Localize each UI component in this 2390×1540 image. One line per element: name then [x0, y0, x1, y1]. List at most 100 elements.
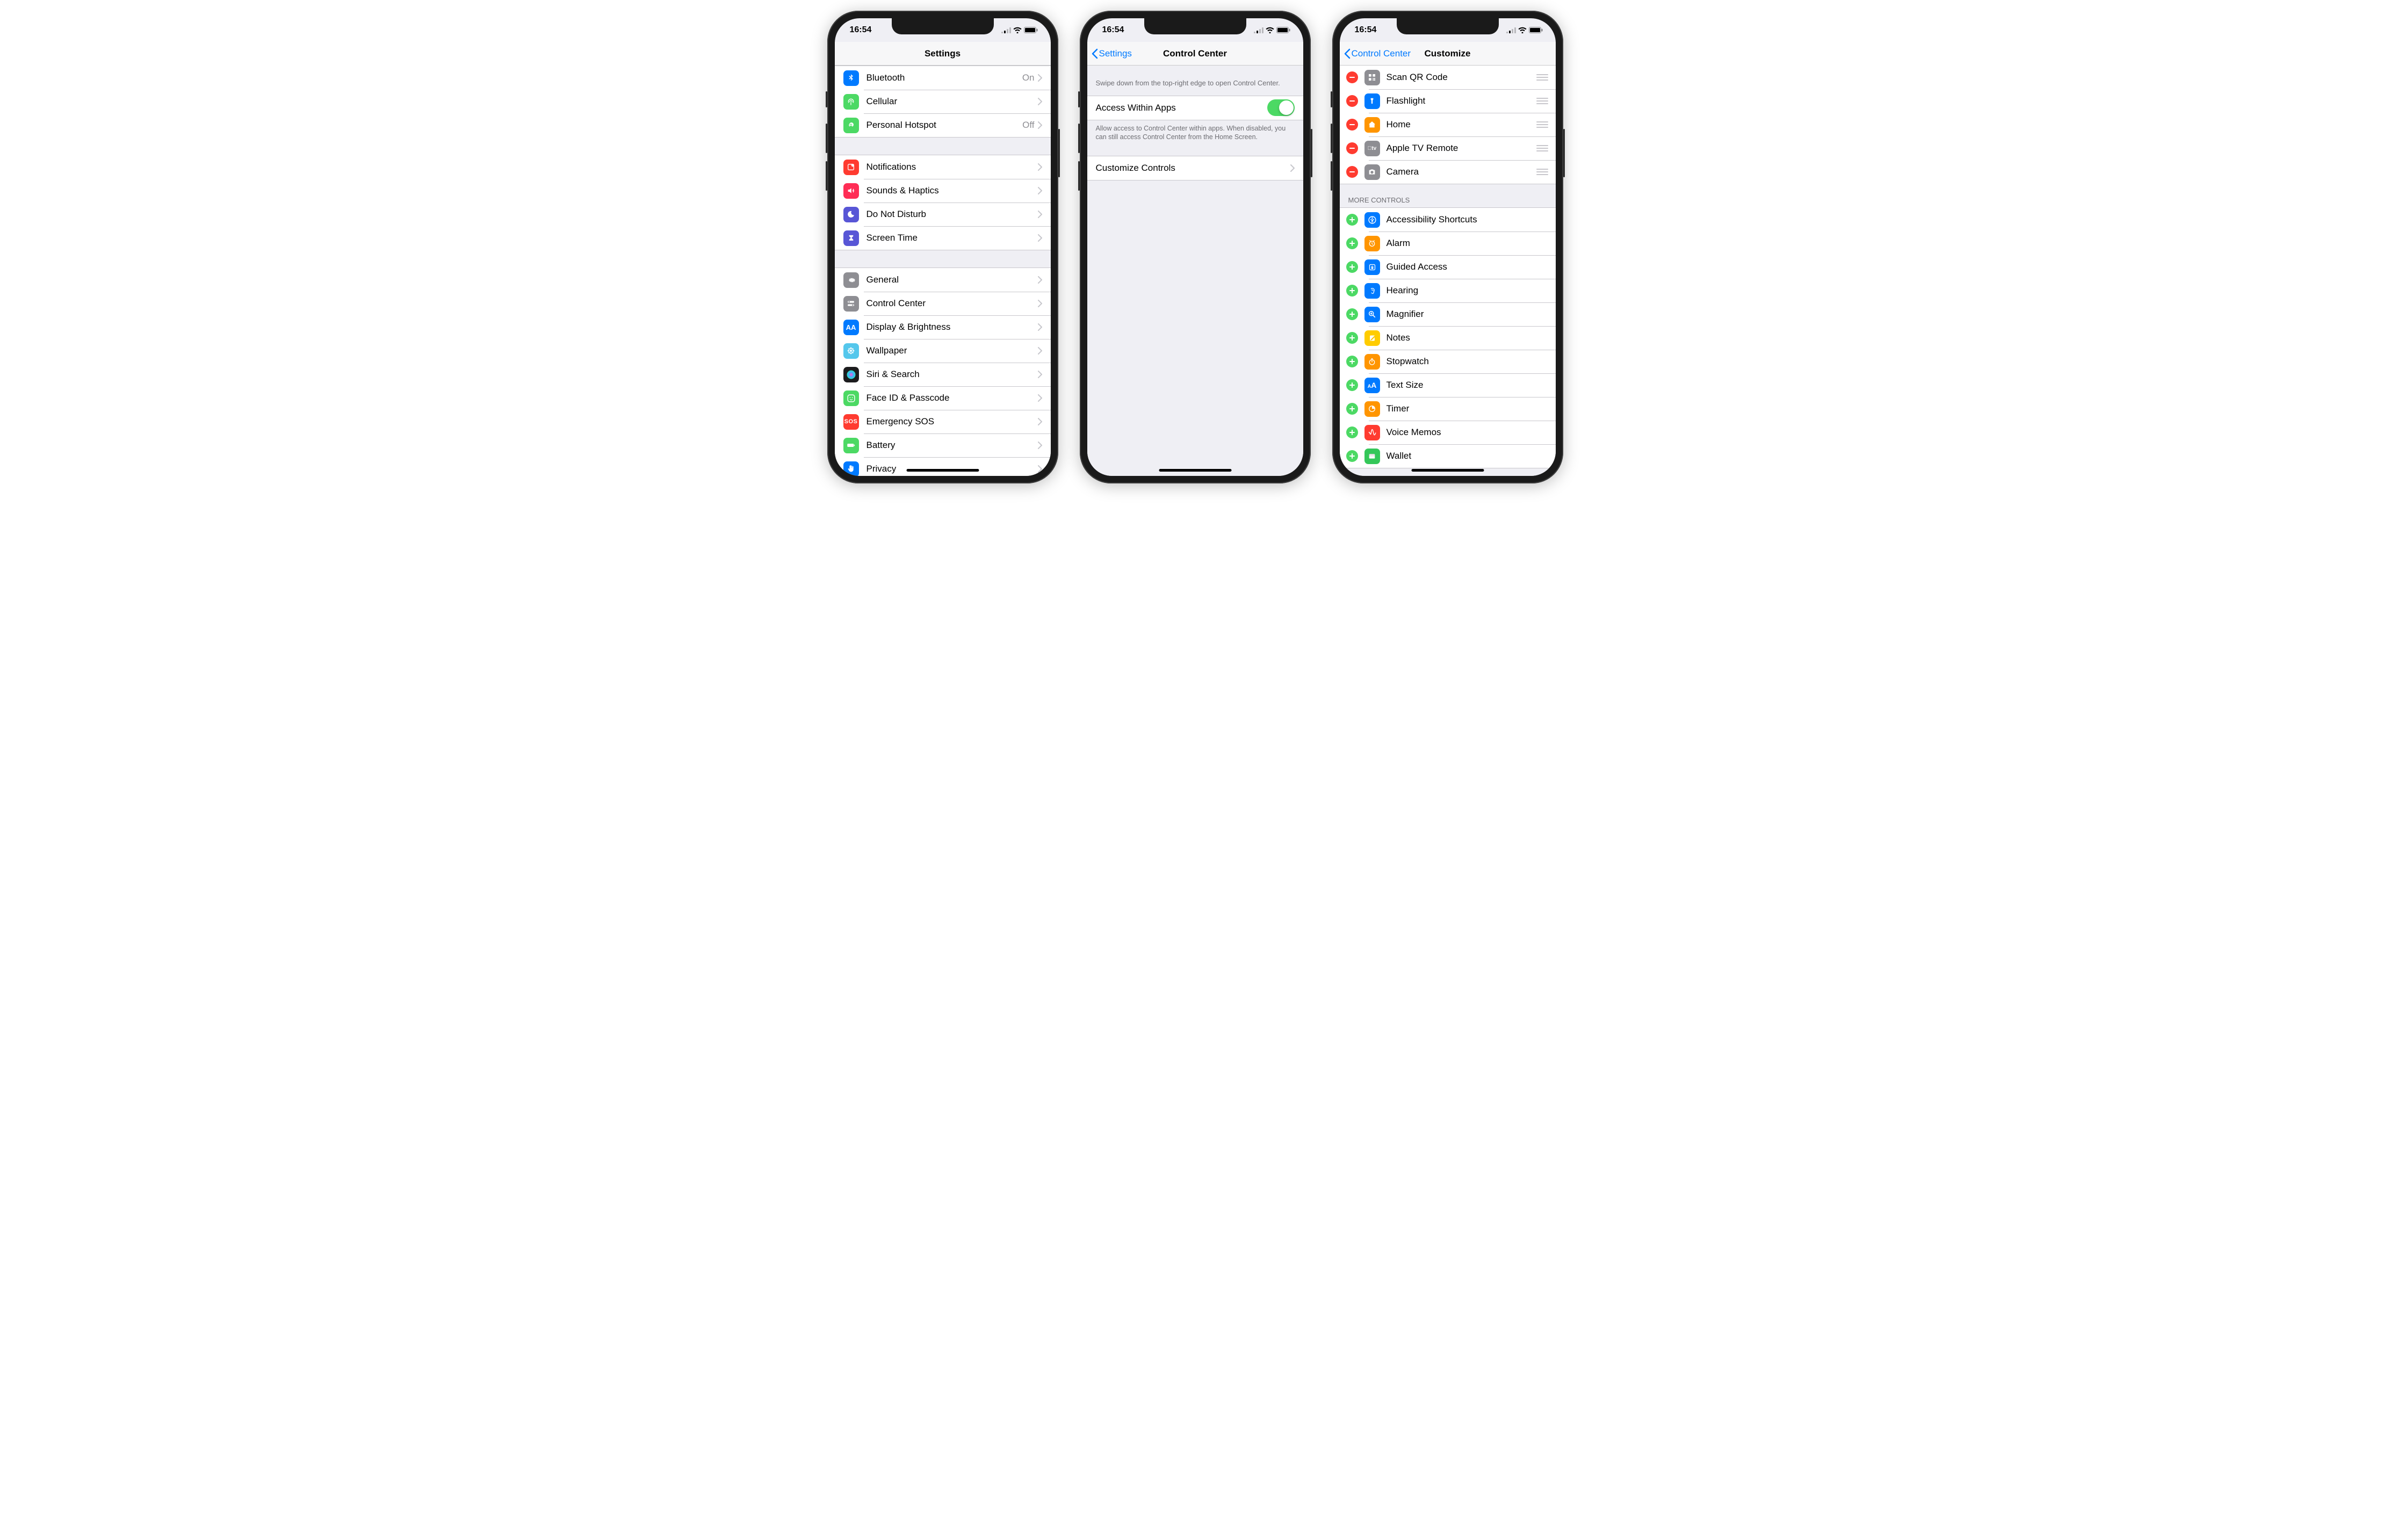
add-button[interactable] — [1346, 261, 1358, 273]
control-label: Accessibility Shortcuts — [1387, 214, 1477, 225]
add-button[interactable] — [1346, 450, 1358, 462]
settings-row-notifications[interactable]: Notifications — [835, 155, 1051, 179]
chevron-right-icon — [1038, 163, 1042, 171]
home-indicator[interactable] — [1159, 469, 1231, 472]
row-detail: Off — [1022, 120, 1034, 131]
more-control-text-size[interactable]: AAText Size — [1340, 373, 1556, 397]
add-button[interactable] — [1346, 379, 1358, 391]
home-indicator[interactable] — [1411, 469, 1484, 472]
battery-icon — [1529, 27, 1543, 33]
row-label: Do Not Disturb — [867, 209, 1038, 220]
settings-row-general[interactable]: General — [835, 268, 1051, 292]
chevron-right-icon — [1038, 98, 1042, 105]
control-label: Wallet — [1387, 451, 1412, 461]
settings-group-connectivity: BluetoothOnCellularPersonal HotspotOff — [835, 66, 1051, 138]
more-control-magnifier[interactable]: Magnifier — [1340, 302, 1556, 326]
more-control-alarm[interactable]: Alarm — [1340, 232, 1556, 255]
chevron-right-icon — [1038, 234, 1042, 242]
more-control-hearing[interactable]: Hearing — [1340, 279, 1556, 302]
status-time: 16:54 — [1102, 25, 1124, 35]
status-icons — [1254, 27, 1290, 33]
customize-label: Customize Controls — [1096, 163, 1290, 173]
settings-row-emergency-sos[interactable]: SOSEmergency SOS — [835, 410, 1051, 433]
settings-row-display-brightness[interactable]: AADisplay & Brightness — [835, 315, 1051, 339]
remove-button[interactable] — [1346, 95, 1358, 107]
cellular-signal-icon — [1001, 27, 1011, 33]
settings-row-sounds-haptics[interactable]: Sounds & Haptics — [835, 179, 1051, 203]
more-control-wallet[interactable]: Wallet — [1340, 444, 1556, 468]
control-label: Home — [1387, 119, 1411, 130]
included-control-flashlight[interactable]: Flashlight — [1340, 89, 1556, 113]
drag-handle-icon[interactable] — [1535, 145, 1549, 151]
remove-button[interactable] — [1346, 119, 1358, 131]
control-center-settings[interactable]: Swipe down from the top-right edge to op… — [1087, 66, 1303, 476]
remove-button[interactable] — [1346, 166, 1358, 178]
back-label: Control Center — [1352, 48, 1411, 59]
chevron-right-icon — [1038, 394, 1042, 402]
wifi-icon — [1266, 27, 1274, 33]
remove-button[interactable] — [1346, 71, 1358, 83]
access-within-apps-switch[interactable] — [1267, 99, 1295, 116]
add-button[interactable] — [1346, 403, 1358, 415]
more-control-notes[interactable]: Notes — [1340, 326, 1556, 350]
battery-icon — [1276, 27, 1290, 33]
row-label: Siri & Search — [867, 369, 1038, 380]
drag-handle-icon[interactable] — [1535, 74, 1549, 81]
back-button[interactable]: Control Center — [1344, 42, 1411, 65]
included-control-apple-tv-remote[interactable]: tvApple TV Remote — [1340, 136, 1556, 160]
chevron-right-icon — [1038, 323, 1042, 331]
chevron-right-icon — [1038, 465, 1042, 473]
control-label: Guided Access — [1387, 262, 1447, 272]
control-label: Flashlight — [1387, 96, 1426, 106]
back-button[interactable]: Settings — [1092, 42, 1132, 65]
chevron-right-icon — [1038, 74, 1042, 82]
settings-row-bluetooth[interactable]: BluetoothOn — [835, 66, 1051, 90]
row-label: Sounds & Haptics — [867, 185, 1038, 196]
settings-row-wallpaper[interactable]: Wallpaper — [835, 339, 1051, 363]
settings-row-face-id-passcode[interactable]: Face ID & Passcode — [835, 386, 1051, 410]
settings-row-personal-hotspot[interactable]: Personal HotspotOff — [835, 113, 1051, 137]
more-control-voice-memos[interactable]: Voice Memos — [1340, 421, 1556, 444]
nav-title: Control Center — [1163, 48, 1227, 59]
row-label: Battery — [867, 440, 1038, 451]
customize-controls-row[interactable]: Customize Controls — [1087, 156, 1303, 180]
settings-list[interactable]: BluetoothOnCellularPersonal HotspotOff N… — [835, 66, 1051, 476]
settings-row-control-center[interactable]: Control Center — [835, 292, 1051, 315]
status-icons — [1506, 27, 1543, 33]
settings-row-cellular[interactable]: Cellular — [835, 90, 1051, 113]
remove-button[interactable] — [1346, 142, 1358, 154]
settings-row-screen-time[interactable]: Screen Time — [835, 226, 1051, 250]
row-label: General — [867, 274, 1038, 285]
settings-row-privacy[interactable]: Privacy — [835, 457, 1051, 476]
access-within-apps-row[interactable]: Access Within Apps — [1087, 96, 1303, 120]
control-label: Scan QR Code — [1387, 72, 1448, 83]
settings-row-do-not-disturb[interactable]: Do Not Disturb — [835, 203, 1051, 226]
more-control-accessibility-shortcuts[interactable]: Accessibility Shortcuts — [1340, 208, 1556, 232]
add-button[interactable] — [1346, 356, 1358, 367]
add-button[interactable] — [1346, 332, 1358, 344]
settings-row-battery[interactable]: Battery — [835, 433, 1051, 457]
home-indicator[interactable] — [906, 469, 979, 472]
row-label: Personal Hotspot — [867, 120, 1023, 131]
drag-handle-icon[interactable] — [1535, 169, 1549, 175]
add-button[interactable] — [1346, 214, 1358, 226]
settings-row-siri-search[interactable]: Siri & Search — [835, 363, 1051, 386]
drag-handle-icon[interactable] — [1535, 98, 1549, 104]
add-button[interactable] — [1346, 237, 1358, 249]
more-control-guided-access[interactable]: Guided Access — [1340, 255, 1556, 279]
included-control-home[interactable]: Home — [1340, 113, 1556, 136]
included-control-camera[interactable]: Camera — [1340, 160, 1556, 184]
battery-icon — [1024, 27, 1038, 33]
drag-handle-icon[interactable] — [1535, 121, 1549, 128]
more-control-timer[interactable]: Timer — [1340, 397, 1556, 421]
add-button[interactable] — [1346, 426, 1358, 438]
toggle-footer: Allow access to Control Center within ap… — [1087, 120, 1303, 147]
add-button[interactable] — [1346, 285, 1358, 297]
add-button[interactable] — [1346, 308, 1358, 320]
toggle-label: Access Within Apps — [1096, 103, 1267, 113]
row-label: Wallpaper — [867, 345, 1038, 356]
more-control-stopwatch[interactable]: Stopwatch — [1340, 350, 1556, 373]
navbar: Control Center Customize — [1340, 42, 1556, 66]
included-control-scan-qr-code[interactable]: Scan QR Code — [1340, 66, 1556, 89]
customize-list[interactable]: Scan QR Code Flashlight Home tvApple TV Re… — [1340, 66, 1556, 476]
